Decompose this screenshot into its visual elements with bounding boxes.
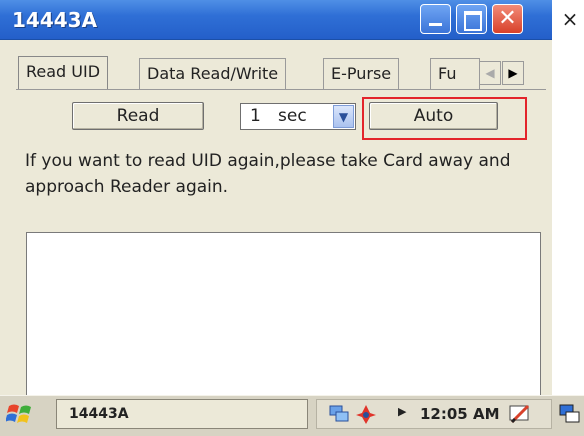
maximize-button[interactable] — [456, 4, 487, 34]
tab-e-purse[interactable]: E-Purse — [323, 58, 400, 89]
start-flag-icon[interactable] — [6, 400, 34, 428]
taskbar-window-button[interactable]: 14443A — [56, 399, 308, 429]
interval-unit: sec — [278, 106, 307, 126]
tray-expand-icon[interactable]: ▶ — [398, 405, 406, 418]
tab-scroll-left[interactable]: ◀ — [479, 61, 501, 85]
read-button[interactable]: Read — [72, 102, 204, 130]
tab-fu[interactable]: Fu — [430, 58, 480, 89]
minimize-button[interactable] — [420, 4, 451, 34]
uid-output-area[interactable] — [26, 232, 541, 397]
tab-data-read-write[interactable]: Data Read/Write — [139, 58, 287, 89]
interval-value: 1 — [250, 106, 261, 126]
close-icon: ✕ — [498, 6, 517, 31]
pen-icon[interactable] — [508, 402, 532, 426]
window-title: 14443A — [12, 8, 98, 32]
close-button[interactable]: ✕ — [492, 4, 523, 34]
outer-close-button[interactable]: × — [560, 6, 580, 32]
tab-scroll-right[interactable]: ▶ — [502, 61, 524, 85]
tab-read-uid[interactable]: Read UID — [18, 56, 109, 90]
highlight-box — [362, 97, 527, 140]
info-text: If you want to read UID again,please tak… — [25, 151, 511, 197]
sync-icon[interactable] — [354, 403, 378, 425]
desktop-icon[interactable] — [558, 402, 582, 426]
maximize-icon — [457, 5, 486, 33]
minimize-icon — [421, 5, 450, 33]
background-strip — [552, 40, 584, 395]
clock: 12:05 AM — [420, 405, 500, 423]
chevron-down-icon[interactable]: ▼ — [333, 105, 354, 128]
network-icon[interactable] — [328, 403, 350, 425]
